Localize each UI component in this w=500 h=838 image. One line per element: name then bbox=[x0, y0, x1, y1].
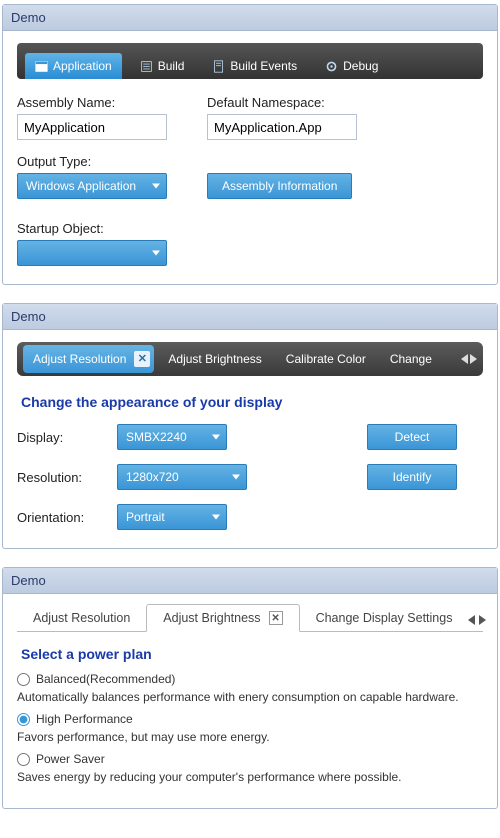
section-heading: Select a power plan bbox=[21, 646, 483, 662]
select-value: Windows Application bbox=[26, 179, 136, 193]
tab-label: Adjust Brightness bbox=[168, 352, 261, 366]
select-value: SMBX2240 bbox=[126, 430, 187, 444]
tab-label: Change bbox=[390, 352, 432, 366]
panel-display: Demo Adjust Resolution ✕ Adjust Brightne… bbox=[2, 303, 498, 549]
chevron-down-icon bbox=[152, 184, 160, 189]
tab-label: Calibrate Color bbox=[286, 352, 366, 366]
tab-label: Debug bbox=[343, 59, 378, 73]
gear-icon bbox=[325, 60, 338, 73]
tab-scroll bbox=[468, 615, 490, 631]
panel-body: Adjust Resolution Adjust Brightness ✕ Ch… bbox=[3, 594, 497, 808]
panel-application: Demo Application Build Build Events Debu… bbox=[2, 4, 498, 285]
section-heading: Change the appearance of your display bbox=[21, 394, 483, 410]
default-namespace-input[interactable] bbox=[207, 114, 357, 140]
radio-desc: Saves energy by reducing your computer's… bbox=[17, 770, 483, 784]
assembly-name-input[interactable] bbox=[17, 114, 167, 140]
panel-title: Demo bbox=[3, 304, 497, 330]
output-type-label: Output Type: bbox=[17, 154, 167, 169]
display-select[interactable]: SMBX2240 bbox=[117, 424, 227, 450]
radio-power-saver[interactable] bbox=[17, 753, 30, 766]
window-icon bbox=[35, 60, 48, 73]
chevron-down-icon bbox=[212, 435, 220, 440]
orientation-label: Orientation: bbox=[17, 510, 97, 525]
radio-desc: Automatically balances performance with … bbox=[17, 690, 483, 704]
radio-label: Balanced(Recommended) bbox=[36, 672, 175, 686]
radio-label: Power Saver bbox=[36, 752, 105, 766]
chevron-down-icon bbox=[232, 475, 240, 480]
default-namespace-label: Default Namespace: bbox=[207, 95, 357, 110]
scroll-left-icon[interactable] bbox=[468, 615, 475, 625]
scroll-right-icon[interactable] bbox=[479, 615, 486, 625]
tab-label: Adjust Resolution bbox=[33, 352, 126, 366]
tab-label: Application bbox=[53, 59, 112, 73]
output-type-select[interactable]: Windows Application bbox=[17, 173, 167, 199]
tab-scroll bbox=[461, 354, 477, 364]
scroll-right-icon[interactable] bbox=[470, 354, 477, 364]
tab-label: Build bbox=[158, 59, 185, 73]
close-icon[interactable]: ✕ bbox=[134, 351, 150, 367]
orientation-select[interactable]: Portrait bbox=[117, 504, 227, 530]
tab-adjust-brightness[interactable]: Adjust Brightness bbox=[158, 342, 271, 376]
radio-label: High Performance bbox=[36, 712, 133, 726]
startup-object-label: Startup Object: bbox=[17, 221, 167, 236]
tab-build-events[interactable]: Build Events bbox=[202, 53, 307, 79]
tab-bar: Adjust Resolution ✕ Adjust Brightness Ca… bbox=[17, 342, 483, 376]
select-value: Portrait bbox=[126, 510, 165, 524]
radio-desc: Favors performance, but may use more ene… bbox=[17, 730, 483, 744]
list-icon bbox=[140, 60, 153, 73]
close-icon[interactable]: ✕ bbox=[269, 611, 283, 625]
tab-debug[interactable]: Debug bbox=[315, 53, 388, 79]
tab-adjust-resolution[interactable]: Adjust Resolution ✕ bbox=[23, 345, 154, 373]
chevron-down-icon bbox=[152, 251, 160, 256]
panel-power: Demo Adjust Resolution Adjust Brightness… bbox=[2, 567, 498, 809]
radio-high-performance[interactable] bbox=[17, 713, 30, 726]
tab-adjust-brightness[interactable]: Adjust Brightness ✕ bbox=[146, 604, 299, 632]
detect-button[interactable]: Detect bbox=[367, 424, 457, 450]
panel-body: Adjust Resolution ✕ Adjust Brightness Ca… bbox=[3, 330, 497, 548]
assembly-name-label: Assembly Name: bbox=[17, 95, 167, 110]
tab-application[interactable]: Application bbox=[25, 53, 122, 79]
panel-title: Demo bbox=[3, 5, 497, 31]
panel-body: Application Build Build Events Debug Ass… bbox=[3, 31, 497, 284]
tab-bar: Application Build Build Events Debug bbox=[17, 43, 483, 79]
panel-title: Demo bbox=[3, 568, 497, 594]
tab-adjust-resolution[interactable]: Adjust Resolution bbox=[17, 605, 146, 631]
tab-calibrate-color[interactable]: Calibrate Color bbox=[276, 342, 376, 376]
tab-label: Change Display Settings bbox=[316, 611, 453, 625]
doc-icon bbox=[212, 60, 225, 73]
resolution-select[interactable]: 1280x720 bbox=[117, 464, 247, 490]
tab-label: Adjust Brightness bbox=[163, 611, 260, 625]
tab-build[interactable]: Build bbox=[130, 53, 195, 79]
chevron-down-icon bbox=[212, 515, 220, 520]
tab-bar: Adjust Resolution Adjust Brightness ✕ Ch… bbox=[17, 600, 483, 632]
display-label: Display: bbox=[17, 430, 97, 445]
startup-object-select[interactable] bbox=[17, 240, 167, 266]
radio-balanced[interactable] bbox=[17, 673, 30, 686]
resolution-label: Resolution: bbox=[17, 470, 97, 485]
identify-button[interactable]: Identify bbox=[367, 464, 457, 490]
select-value: 1280x720 bbox=[126, 470, 179, 484]
tab-label: Build Events bbox=[230, 59, 297, 73]
scroll-left-icon[interactable] bbox=[461, 354, 468, 364]
tab-change-display-settings[interactable]: Change Display Settings bbox=[300, 605, 469, 631]
tab-change[interactable]: Change bbox=[380, 342, 442, 376]
tab-label: Adjust Resolution bbox=[33, 611, 130, 625]
assembly-information-button[interactable]: Assembly Information bbox=[207, 173, 352, 199]
